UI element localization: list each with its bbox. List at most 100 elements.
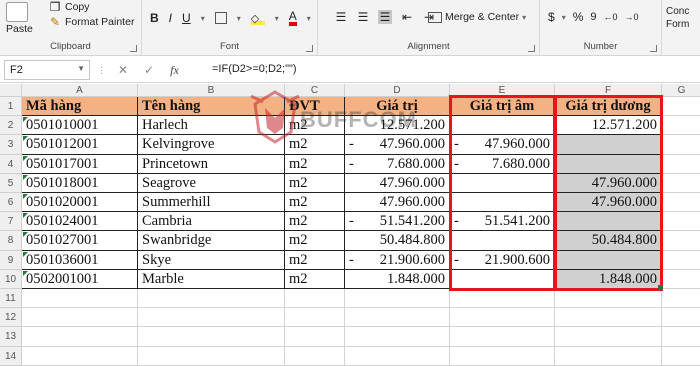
enter-icon[interactable]: ✓ xyxy=(144,63,154,77)
fill-color-dropdown-icon[interactable]: ▾ xyxy=(275,14,279,23)
table-cell-code[interactable]: 0501020001 xyxy=(22,193,138,213)
table-cell-code[interactable]: 0501024001 xyxy=(22,212,138,232)
table-cell-positive[interactable] xyxy=(555,250,662,270)
empty-cell[interactable] xyxy=(662,251,700,270)
empty-cell[interactable] xyxy=(22,327,138,347)
table-cell-value[interactable]: 21.900.600 - xyxy=(345,250,450,270)
empty-cell[interactable] xyxy=(662,135,700,155)
table-cell-positive[interactable]: 50.484.800 xyxy=(555,231,662,251)
table-cell-name[interactable]: Skye xyxy=(138,250,285,270)
alignment-launcher-icon[interactable] xyxy=(528,45,535,52)
table-cell-negative[interactable] xyxy=(450,231,555,251)
name-box[interactable]: F2 ▼ xyxy=(4,60,90,80)
column-header-f[interactable]: F xyxy=(555,84,662,97)
table-cell-code[interactable]: 0501036001 xyxy=(22,250,138,270)
empty-cell[interactable] xyxy=(450,289,555,309)
empty-cell[interactable] xyxy=(345,308,450,328)
table-cell-name[interactable]: Summerhill xyxy=(138,193,285,213)
underline-button[interactable]: U xyxy=(182,11,191,25)
table-cell-value[interactable]: 1.848.000 xyxy=(345,269,450,289)
table-cell-negative[interactable]: 51.541.200 - xyxy=(450,212,555,232)
grid-corner[interactable] xyxy=(0,84,22,97)
conditional-formatting-button[interactable]: Conc Form xyxy=(666,6,689,30)
merge-dropdown-icon[interactable]: ▾ xyxy=(522,13,526,22)
table-cell-negative[interactable] xyxy=(450,116,555,136)
align-center-icon[interactable]: ☰ xyxy=(356,10,370,24)
clipboard-launcher-icon[interactable] xyxy=(130,45,137,52)
empty-cell[interactable] xyxy=(662,212,700,232)
table-cell-unit[interactable]: m2 xyxy=(285,212,345,232)
merge-center-button[interactable]: Merge & Center ▾ xyxy=(428,11,526,23)
empty-cell[interactable] xyxy=(662,116,700,136)
format-painter-button[interactable]: ✎ Format Painter xyxy=(48,15,134,29)
bold-button[interactable]: B xyxy=(150,11,159,25)
empty-cell[interactable] xyxy=(138,327,285,347)
empty-cell[interactable] xyxy=(662,327,700,347)
empty-cell[interactable] xyxy=(662,347,700,366)
table-cell-value[interactable]: 51.541.200 - xyxy=(345,212,450,232)
table-cell-code[interactable]: 0501010001 xyxy=(22,116,138,136)
table-cell-name[interactable]: Seagrove xyxy=(138,173,285,193)
empty-cell[interactable] xyxy=(555,308,662,328)
table-cell-negative[interactable]: 21.900.600 - xyxy=(450,250,555,270)
table-cell-code[interactable]: 0501027001 xyxy=(22,231,138,251)
column-header-a[interactable]: A xyxy=(22,84,138,97)
row-header-3[interactable]: 3 xyxy=(0,135,22,155)
font-color-dropdown-icon[interactable]: ▾ xyxy=(307,14,311,23)
empty-cell[interactable] xyxy=(285,327,345,347)
table-cell-positive[interactable] xyxy=(555,212,662,232)
copy-button[interactable]: ❐ Copy xyxy=(48,0,90,14)
table-cell-value[interactable]: 50.484.800 xyxy=(345,231,450,251)
row-header-12[interactable]: 12 xyxy=(0,308,22,328)
row-header-6[interactable]: 6 xyxy=(0,193,22,213)
empty-cell[interactable] xyxy=(22,289,138,309)
percent-button[interactable]: % xyxy=(573,10,584,24)
align-right-icon[interactable]: ☰ xyxy=(378,10,392,24)
italic-button[interactable]: I xyxy=(169,11,172,25)
formula-input[interactable]: =IF(D2>=0;D2;"") xyxy=(212,61,297,79)
row-header-4[interactable]: 4 xyxy=(0,154,22,174)
empty-cell[interactable] xyxy=(345,289,450,309)
table-cell-positive[interactable]: 47.960.000 xyxy=(555,193,662,213)
formula-bar-grip-icon[interactable]: ⋮ xyxy=(97,65,106,76)
empty-cell[interactable] xyxy=(138,308,285,328)
comma-style-button[interactable]: 9 xyxy=(590,11,596,23)
fill-handle[interactable] xyxy=(658,285,663,290)
borders-dropdown-icon[interactable]: ▾ xyxy=(237,14,241,23)
number-launcher-icon[interactable] xyxy=(650,45,657,52)
empty-cell[interactable] xyxy=(450,346,555,366)
insert-function-icon[interactable]: fx xyxy=(170,63,179,78)
empty-cell[interactable] xyxy=(662,174,700,193)
table-cell-negative[interactable] xyxy=(450,193,555,213)
table-cell-unit[interactable]: m2 xyxy=(285,193,345,213)
empty-cell[interactable] xyxy=(555,289,662,309)
empty-cell[interactable] xyxy=(345,327,450,347)
table-cell-positive[interactable]: 47.960.000 xyxy=(555,173,662,193)
row-header-7[interactable]: 7 xyxy=(0,212,22,232)
table-header-cell[interactable]: Giá trị dương xyxy=(555,97,662,117)
table-cell-code[interactable]: 0501017001 xyxy=(22,154,138,174)
align-left-icon[interactable]: ☰ xyxy=(334,10,348,24)
empty-cell[interactable] xyxy=(662,231,700,251)
empty-cell[interactable] xyxy=(662,193,700,213)
table-cell-positive[interactable] xyxy=(555,154,662,174)
currency-dropdown-icon[interactable]: ▾ xyxy=(562,13,566,22)
table-cell-name[interactable]: Marble xyxy=(138,269,285,289)
row-header-2[interactable]: 2 xyxy=(0,116,22,136)
table-cell-unit[interactable]: m2 xyxy=(285,231,345,251)
empty-cell[interactable] xyxy=(138,289,285,309)
empty-cell[interactable] xyxy=(555,346,662,366)
column-header-d[interactable]: D xyxy=(345,84,450,97)
paste-button[interactable]: Paste xyxy=(6,2,33,35)
table-cell-code[interactable]: 0502001001 xyxy=(22,269,138,289)
empty-cell[interactable] xyxy=(285,346,345,366)
table-header-cell[interactable]: Mã hàng xyxy=(22,97,138,117)
table-cell-value[interactable]: 47.960.000 xyxy=(345,193,450,213)
empty-cell[interactable] xyxy=(285,308,345,328)
table-cell-negative[interactable]: 47.960.000 - xyxy=(450,135,555,155)
empty-cell[interactable] xyxy=(555,327,662,347)
empty-cell[interactable] xyxy=(662,270,700,289)
column-header-g[interactable]: G xyxy=(662,84,700,97)
row-header-9[interactable]: 9 xyxy=(0,250,22,270)
empty-cell[interactable] xyxy=(285,289,345,309)
